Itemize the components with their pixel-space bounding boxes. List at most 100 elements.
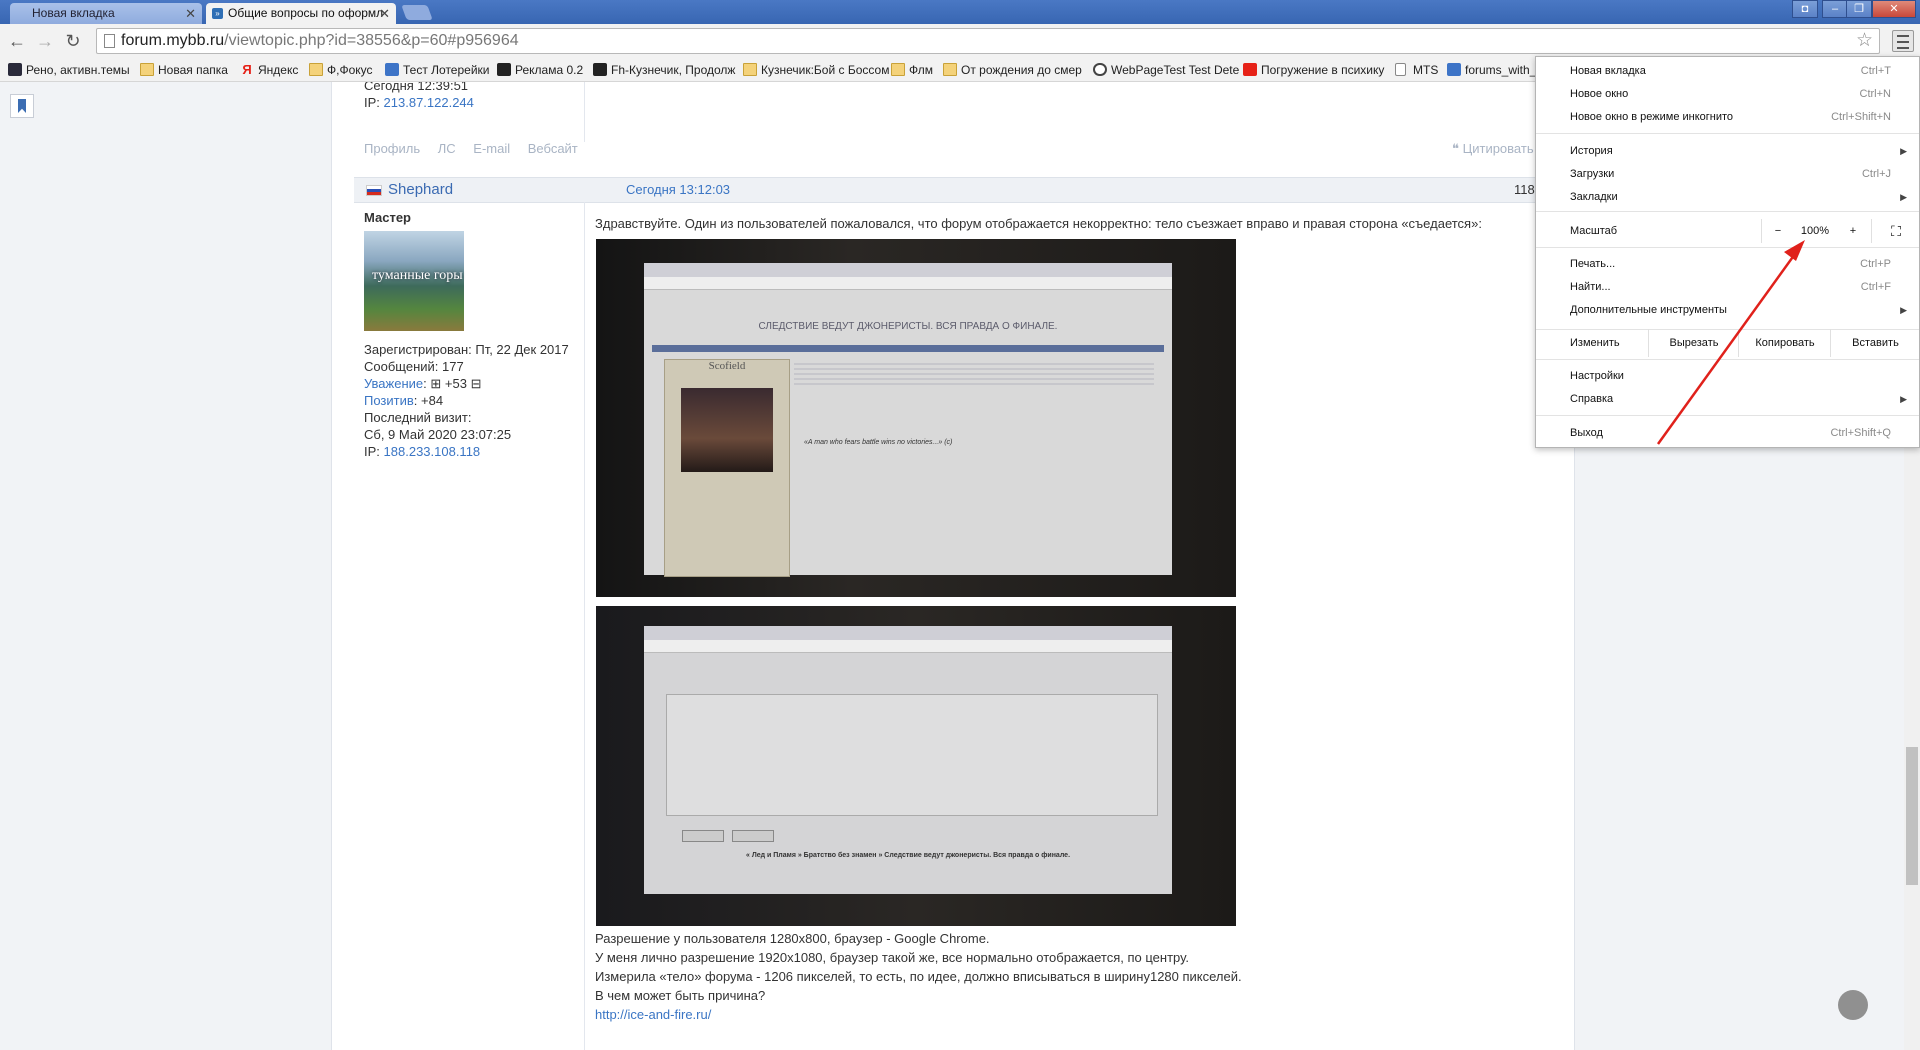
post-text: Разрешение у пользователя 1280x800, брау… bbox=[595, 929, 1242, 1024]
folder-icon bbox=[140, 63, 154, 76]
window-close-button[interactable]: ✕ bbox=[1872, 0, 1916, 18]
restore-button[interactable]: ❐ bbox=[1846, 0, 1872, 18]
post-intro: Здравствуйте. Один из пользователей пожа… bbox=[595, 216, 1482, 231]
russia-flag-icon bbox=[366, 185, 382, 196]
menu-exit[interactable]: Выход bbox=[1570, 423, 1603, 443]
bookmark-item[interactable]: От рождения до смер bbox=[943, 62, 1099, 78]
bookmark-icon[interactable] bbox=[10, 94, 34, 118]
new-tab-button[interactable] bbox=[401, 5, 433, 20]
bookmark-item[interactable]: Реклама 0.2 bbox=[497, 62, 583, 78]
positive-row: Позитив: +84 bbox=[364, 393, 444, 408]
zoom-out-button[interactable]: − bbox=[1761, 219, 1794, 243]
star-icon[interactable]: ☆ bbox=[1856, 29, 1873, 52]
chrome-menu-button[interactable] bbox=[1892, 30, 1914, 52]
tab-forum[interactable]: » Общие вопросы по оформл ✕ bbox=[206, 3, 396, 24]
zoom-level: 100% bbox=[1800, 225, 1830, 237]
chrome-menu: Новая вкладка Ctrl+T Новое окно Ctrl+N Н… bbox=[1535, 56, 1920, 448]
pm-link[interactable]: ЛС bbox=[438, 141, 456, 156]
menu-new-window[interactable]: Новое окно bbox=[1570, 84, 1628, 104]
post-line: У меня лично разрешение 1920x1080, брауз… bbox=[595, 950, 1189, 965]
post-body: Здравствуйте. Один из пользователей пожа… bbox=[595, 214, 1515, 233]
ip-link[interactable]: 188.233.108.118 bbox=[384, 444, 481, 459]
screenshot-breadcrumb: « Лед и Пламя » Братство без знамен » Сл… bbox=[745, 852, 1071, 859]
bookmark-item[interactable]: Тест Лотерейки bbox=[385, 62, 489, 78]
bookmark-item[interactable]: Погружение в психику bbox=[1243, 62, 1397, 78]
tab-new-tab[interactable]: Новая вкладка ✕ bbox=[10, 3, 202, 24]
post-line: В чем может быть причина? bbox=[595, 988, 766, 1003]
close-icon[interactable]: ✕ bbox=[185, 3, 196, 24]
post-link[interactable]: http://ice-and-fire.ru/ bbox=[595, 1007, 711, 1022]
quote-button[interactable]: ❝ Цитировать bbox=[1452, 141, 1534, 157]
scroll-to-top-button[interactable] bbox=[1838, 990, 1868, 1020]
menu-more-tools[interactable]: Дополнительные инструменты bbox=[1570, 300, 1727, 320]
post-image[interactable]: СЛЕДСТВИЕ ВЕДУТ ДЖОНЕРИСТЫ. ВСЯ ПРАВДА О… bbox=[596, 239, 1236, 597]
menu-incognito[interactable]: Новое окно в режиме инкогнито bbox=[1570, 107, 1733, 127]
address-bar[interactable]: forum.mybb.ru/viewtopic.php?id=38556&p=6… bbox=[96, 28, 1880, 54]
respect-row: Уважение: ⊞ +53 ⊟ bbox=[364, 376, 482, 391]
last-visit-label: Последний визит: bbox=[364, 410, 472, 425]
quote-icon: ❝ bbox=[1452, 141, 1463, 156]
respect-link[interactable]: Уважение bbox=[364, 376, 423, 391]
minimize-button[interactable]: – bbox=[1822, 0, 1848, 18]
zoom-in-button[interactable]: + bbox=[1837, 219, 1869, 243]
menu-find[interactable]: Найти... bbox=[1570, 277, 1611, 297]
back-button[interactable]: ← bbox=[6, 30, 28, 52]
prev-post-ip: IP: 213.87.122.244 bbox=[364, 95, 474, 110]
forward-button[interactable]: → bbox=[34, 30, 56, 52]
dark-icon bbox=[497, 63, 511, 76]
tab-strip: Новая вкладка ✕ » Общие вопросы по оформ… bbox=[0, 0, 1920, 24]
bookmark-item[interactable]: Fh-Кузнечик, Продолж bbox=[593, 62, 745, 78]
minus-icon[interactable]: ⊟ bbox=[471, 376, 482, 391]
screenshot-forum-title: СЛЕДСТВИЕ ВЕДУТ ДЖОНЕРИСТЫ. ВСЯ ПРАВДА О… bbox=[758, 321, 1058, 332]
registered-date: Зарегистрирован: Пт, 22 Дек 2017 bbox=[364, 342, 569, 357]
menu-history[interactable]: История bbox=[1570, 141, 1613, 161]
mybb-icon bbox=[1447, 63, 1461, 76]
profile-link[interactable]: Профиль bbox=[364, 141, 420, 156]
chevron-right-icon: ▶ bbox=[1900, 394, 1907, 404]
menu-print[interactable]: Печать... bbox=[1570, 254, 1615, 274]
menu-new-tab[interactable]: Новая вкладка bbox=[1570, 61, 1646, 81]
paste-button[interactable]: Вставить bbox=[1830, 329, 1920, 357]
mybb-icon bbox=[385, 63, 399, 76]
gauge-icon bbox=[1093, 63, 1107, 76]
reload-button[interactable]: ↻ bbox=[62, 30, 84, 52]
column-divider bbox=[584, 82, 585, 142]
plus-icon[interactable]: ⊞ bbox=[430, 376, 441, 391]
chevron-right-icon: ▶ bbox=[1900, 305, 1907, 315]
scrollbar-thumb[interactable] bbox=[1906, 747, 1918, 885]
fullscreen-icon[interactable]: ⛶ bbox=[1871, 219, 1920, 243]
bookmark-item[interactable]: Кузнечик:Бой с Боссом bbox=[743, 62, 889, 78]
shortcut: Ctrl+N bbox=[1859, 88, 1891, 100]
menu-help[interactable]: Справка bbox=[1570, 389, 1613, 409]
last-visit: Сб, 9 Май 2020 23:07:25 bbox=[364, 427, 512, 442]
post-author[interactable]: Shephard bbox=[388, 181, 453, 198]
bookmark-item[interactable]: MTS bbox=[1395, 62, 1438, 78]
ip-link[interactable]: 213.87.122.244 bbox=[384, 95, 474, 110]
website-link[interactable]: Вебсайт bbox=[528, 141, 578, 156]
shortcut: Ctrl+Shift+Q bbox=[1830, 427, 1891, 439]
user-icon[interactable]: ◘ bbox=[1792, 0, 1818, 18]
bookmark-item[interactable]: Ф,Фокус bbox=[309, 62, 373, 78]
bookmark-item[interactable]: Рено, активн.темы bbox=[8, 62, 130, 78]
copy-button[interactable]: Копировать bbox=[1738, 329, 1831, 357]
zoom-label: Масштаб bbox=[1570, 225, 1618, 237]
cut-button[interactable]: Вырезать bbox=[1648, 329, 1739, 357]
tab-title: Общие вопросы по оформл bbox=[228, 6, 384, 20]
email-link[interactable]: E-mail bbox=[473, 141, 510, 156]
menu-downloads[interactable]: Загрузки bbox=[1570, 164, 1614, 184]
bookmark-item[interactable]: Новая папка bbox=[140, 62, 228, 78]
avatar: туманные горы bbox=[364, 231, 464, 331]
bookmark-item[interactable]: Флм bbox=[891, 62, 933, 78]
post-image[interactable]: « Лед и Пламя » Братство без знамен » Сл… bbox=[596, 606, 1236, 926]
positive-link[interactable]: Позитив bbox=[364, 393, 414, 408]
menu-bookmarks[interactable]: Закладки bbox=[1570, 187, 1618, 207]
screenshot-username: Scofield bbox=[708, 360, 746, 372]
column-divider bbox=[584, 202, 585, 1050]
menu-settings[interactable]: Настройки bbox=[1570, 366, 1624, 386]
bookmark-item[interactable]: Я Яндекс bbox=[240, 62, 298, 78]
dark-icon bbox=[593, 63, 607, 76]
page-icon bbox=[104, 34, 115, 48]
close-icon[interactable]: ✕ bbox=[379, 3, 390, 24]
post-date[interactable]: Сегодня 13:12:03 bbox=[626, 182, 730, 197]
bookmark-item[interactable]: WebPageTest Test Dete bbox=[1093, 62, 1249, 78]
